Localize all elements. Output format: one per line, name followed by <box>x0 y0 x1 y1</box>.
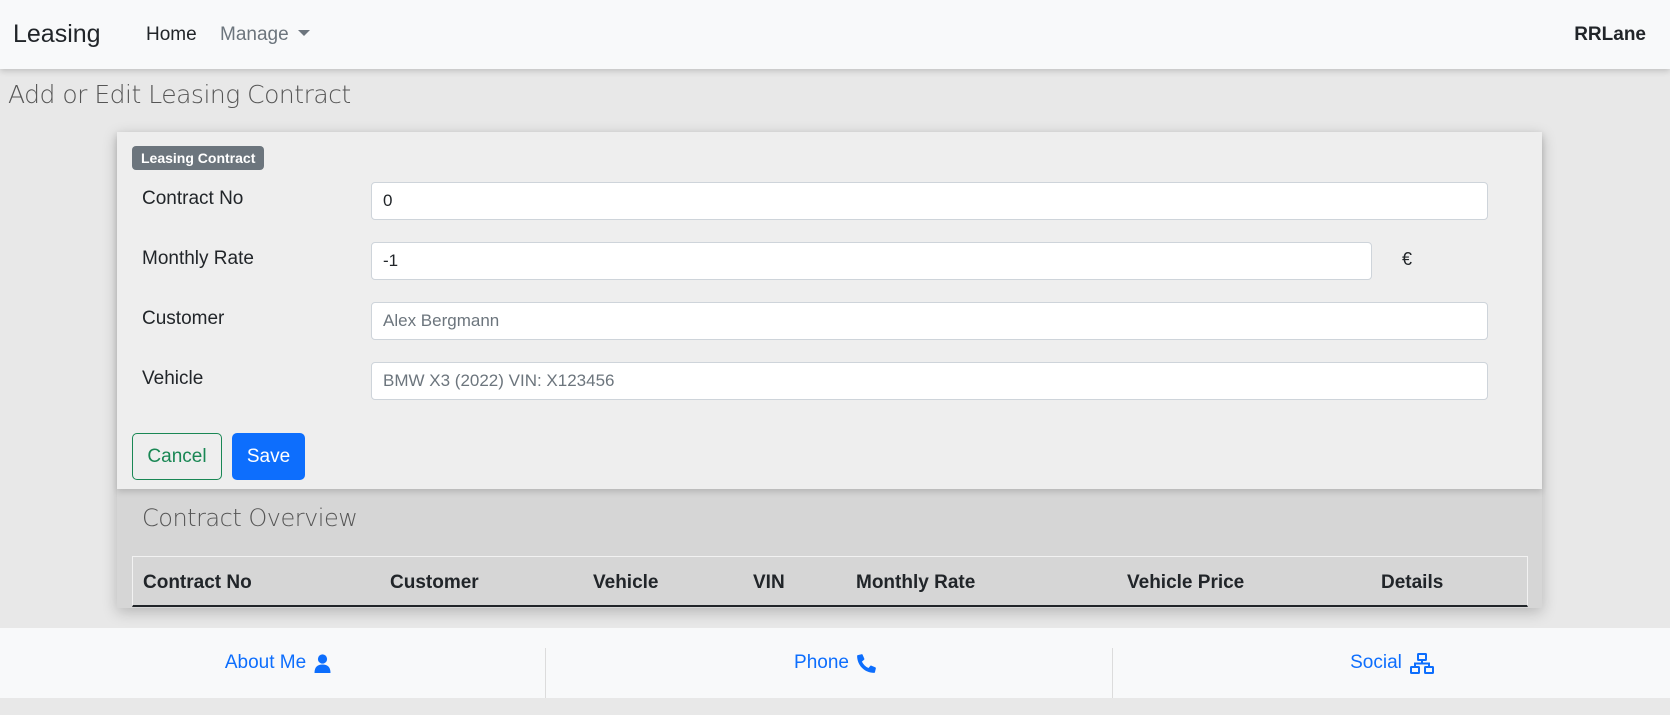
footer-divider <box>1112 648 1113 698</box>
monthly-rate-input[interactable]: -1 <box>371 242 1372 280</box>
column-header[interactable]: Monthly Rate <box>856 572 975 594</box>
form-badge: Leasing Contract <box>132 146 265 170</box>
customer-select[interactable]: Alex Bergmann <box>371 302 1488 340</box>
phone-icon <box>857 653 876 673</box>
nav-home-link[interactable]: Home <box>146 24 197 46</box>
phone-link[interactable]: Phone <box>557 628 1113 698</box>
currency-symbol: € <box>1402 249 1413 269</box>
column-header[interactable]: Contract No <box>143 572 252 594</box>
chevron-down-icon <box>297 30 310 36</box>
network-icon <box>1409 652 1434 674</box>
top-navbar: Leasing Home Manage RRLane <box>0 0 1670 69</box>
save-button[interactable]: Save <box>232 433 305 480</box>
column-header[interactable]: Details <box>1381 572 1443 594</box>
about-me-label: About Me <box>224 652 307 673</box>
contract-card: Leasing Contract Contract No 0 Monthly R… <box>117 132 1542 608</box>
vehicle-select[interactable]: BMW X3 (2022) VIN: X123456 <box>371 362 1488 400</box>
user-name: RRLane <box>1574 24 1646 45</box>
phone-label: Phone <box>794 652 849 673</box>
about-me-link[interactable]: About Me <box>0 628 556 698</box>
nav-manage-label: Manage <box>220 24 289 45</box>
brand-link[interactable]: Leasing <box>13 20 101 49</box>
contract-no-label: Contract No <box>142 188 244 209</box>
contract-form: Leasing Contract Contract No 0 Monthly R… <box>117 132 1542 489</box>
column-header[interactable]: VIN <box>753 572 785 594</box>
social-label: Social <box>1350 652 1402 673</box>
footer-divider <box>545 648 546 698</box>
column-header[interactable]: Vehicle <box>593 572 659 594</box>
footer: About Me Phone Social <box>0 628 1670 698</box>
nav-manage-dropdown[interactable]: Manage <box>220 24 310 46</box>
customer-label: Customer <box>142 308 225 329</box>
column-header[interactable]: Customer <box>390 572 479 594</box>
column-header[interactable]: Vehicle Price <box>1127 572 1244 594</box>
monthly-rate-label: Monthly Rate <box>142 248 254 269</box>
cancel-button[interactable]: Cancel <box>132 433 222 480</box>
vehicle-label: Vehicle <box>142 368 204 389</box>
contract-no-input[interactable]: 0 <box>371 182 1488 220</box>
social-link[interactable]: Social <box>1114 628 1670 698</box>
page-title: Add or Edit Leasing Contract <box>8 80 351 109</box>
overview-title: Contract Overview <box>142 504 358 532</box>
contracts-table-header: Contract No Customer Vehicle VIN Monthly… <box>132 556 1528 607</box>
user-icon <box>314 653 331 673</box>
